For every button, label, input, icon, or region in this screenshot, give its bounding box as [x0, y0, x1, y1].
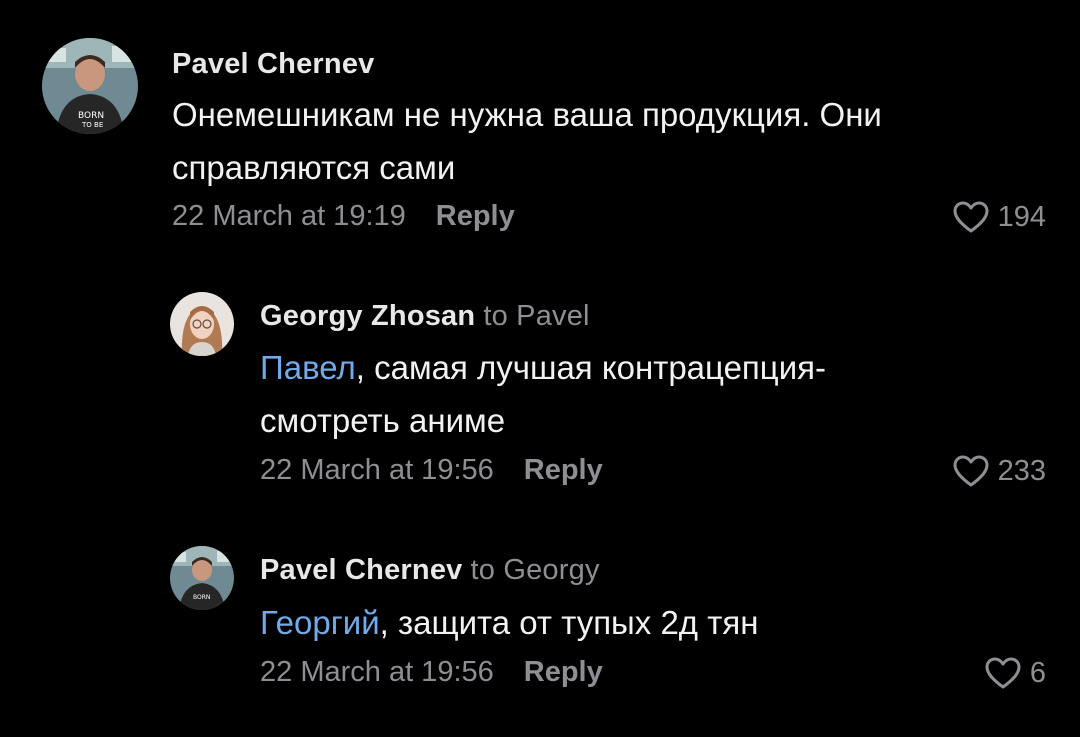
- reply-button[interactable]: Reply: [524, 454, 603, 486]
- comment-date: 22 March at 19:56: [260, 454, 494, 486]
- comment-text-content: Онемешникам не нужна ваша продукция. Они…: [172, 96, 882, 186]
- like-button[interactable]: 194: [952, 200, 1046, 234]
- comment-author[interactable]: Pavel Chernev: [172, 48, 375, 81]
- comment-author-name[interactable]: Pavel Chernev: [260, 554, 463, 586]
- avatar[interactable]: BORN TO BE: [42, 38, 138, 134]
- comment-author: Pavel Chernev to Georgy: [260, 554, 600, 587]
- comment-author: Georgy Zhosan to Pavel: [260, 300, 590, 333]
- like-count: 194: [997, 200, 1046, 233]
- reply-to-label[interactable]: to Georgy: [471, 554, 600, 586]
- heart-outline-icon: [953, 201, 989, 233]
- comment-text: Онемешникам не нужна ваша продукция. Они…: [172, 88, 1042, 194]
- comment-text-content: , защита от тупых 2д тян: [379, 604, 759, 641]
- avatar[interactable]: [170, 292, 234, 356]
- mention-link[interactable]: Павел: [260, 349, 356, 386]
- comment-text: Георгий, защита от тупых 2д тян: [260, 596, 1040, 649]
- like-count: 233: [997, 454, 1046, 487]
- like-button[interactable]: 233: [952, 454, 1046, 488]
- avatar[interactable]: BORN: [170, 546, 234, 610]
- heart-outline-icon: [985, 657, 1021, 689]
- comment-author-name[interactable]: Georgy Zhosan: [260, 300, 475, 332]
- comment-date: 22 March at 19:56: [260, 656, 494, 688]
- reply-button[interactable]: Reply: [524, 656, 603, 688]
- like-count: 6: [1029, 656, 1046, 689]
- comment-text: Павел, самая лучшая контрацепция-смотрет…: [260, 341, 860, 447]
- comment-meta: 22 March at 19:56 Reply: [260, 656, 603, 689]
- mention-link[interactable]: Георгий: [260, 604, 380, 641]
- like-button[interactable]: 6: [984, 656, 1046, 690]
- svg-text:BORN: BORN: [193, 594, 210, 601]
- reply-to-label[interactable]: to Pavel: [483, 300, 589, 332]
- comment-meta: 22 March at 19:56 Reply: [260, 454, 603, 487]
- heart-outline-icon: [953, 455, 989, 487]
- svg-text:TO BE: TO BE: [81, 121, 103, 129]
- comment-date: 22 March at 19:19: [172, 200, 406, 232]
- comment-meta: 22 March at 19:19 Reply: [172, 200, 515, 233]
- svg-text:BORN: BORN: [78, 111, 104, 121]
- reply-button[interactable]: Reply: [436, 200, 515, 232]
